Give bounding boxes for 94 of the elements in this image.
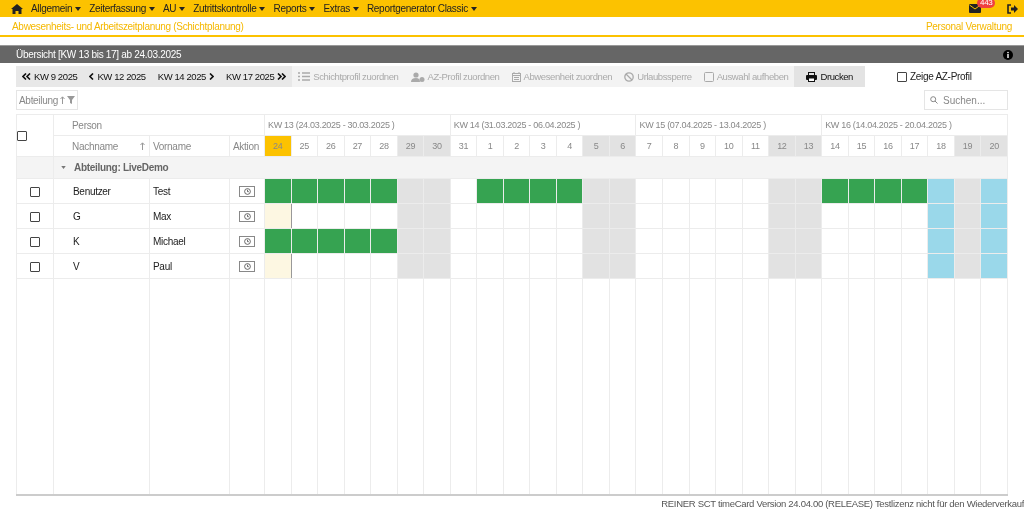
day-header: 28 [370,135,398,157]
toolbar-button[interactable]: KW 9 2025 [16,66,84,87]
day-header: 3 [529,135,557,157]
caret-icon [309,6,316,11]
toolbar-button[interactable]: Drucken [794,66,865,87]
day-header: 16 [874,135,902,157]
day-header: 14 [821,135,849,157]
column-header: Aktion [233,140,259,152]
caret-icon [75,6,82,11]
group-filter-chip[interactable]: Abteilung [16,90,78,110]
printer-icon [806,71,818,82]
day-header: 27 [344,135,371,157]
clock-icon [243,187,251,195]
clock-icon [243,262,251,270]
menu-item[interactable]: Allgemein [31,3,82,14]
day-header: 15 [848,135,875,157]
clock-icon [243,212,251,220]
info-icon[interactable] [1003,49,1013,60]
toolbar-button[interactable]: KW 17 2025 [220,66,293,87]
day-header: 11 [742,135,769,157]
clock-button[interactable] [239,235,255,247]
notification-badge: 443 [977,0,996,8]
row-checkbox[interactable] [30,186,40,197]
caret-icon [470,6,477,11]
search-field[interactable]: Suchen... [924,90,1008,110]
day-header: 31 [450,135,477,157]
chevron-right-icon [209,73,214,80]
checkbox-icon [703,71,714,82]
week-header: KW 14 (31.03.2025 - 06.04.2025 ) [453,120,581,130]
last-name-cell: K [73,235,80,247]
checkbox[interactable] [897,71,907,82]
last-name-cell: Benutzer [73,185,111,197]
page-title: Abwesenheits- und Arbeitszeitplanung (Schichtplanung) [12,20,244,32]
module-name: Personal Verwaltung [925,20,1012,32]
menu-item[interactable]: Extras [323,3,359,14]
first-name-cell: Max [153,210,171,222]
caret-icon [148,6,155,11]
menu-item[interactable]: Reports [273,3,316,14]
double-chevron-right-icon [277,73,287,80]
day-header: 9 [689,135,716,157]
clock-button[interactable] [239,210,255,222]
checkbox-label[interactable]: Zeige AZ-Profil [910,71,972,82]
user-clock-icon [410,71,425,82]
row-checkbox[interactable] [30,211,40,222]
sort-arrow-icon [60,96,65,104]
first-name-cell: Michael [153,235,186,247]
last-name-cell: V [73,260,80,272]
chevron-left-icon [89,73,95,80]
footer-text: REINER SCT timeCard Version 24.04.00 (RELEASE) Testlizenz nicht für den Wiederverkauf [661,498,1024,509]
home-icon[interactable] [11,3,23,14]
day-header: 8 [662,135,689,157]
menu-item[interactable]: Zutrittskontrolle [193,3,266,14]
week-header: KW 13 (24.03.2025 - 30.03.2025 ) [268,120,395,130]
day-header: 17 [901,135,928,157]
logout-icon[interactable] [1007,3,1018,14]
calendar-icon [511,71,521,82]
clock-icon [243,237,251,245]
day-header: 25 [291,135,318,157]
ban-icon [624,71,635,82]
first-name-cell: Paul [153,260,172,272]
caret-icon [179,6,186,11]
panel-title: Übersicht [KW 13 bis 17] ab 24.03.2025 [16,49,182,60]
select-all-checkbox[interactable] [17,131,27,142]
caret-icon [259,6,266,11]
week-header: KW 15 (07.04.2025 - 13.04.2025 ) [639,120,766,130]
list-icon [298,72,311,81]
day-header: 18 [927,135,955,157]
caret-icon [352,6,359,11]
double-chevron-left-icon [22,73,31,80]
day-header: 4 [556,135,583,157]
sort-arrow-icon [140,142,145,150]
group-label: Abteilung: LiveDemo [74,162,169,173]
column-group-header: Person [72,119,102,131]
envelope-icon[interactable] [969,4,981,13]
week-header: KW 16 (14.04.2025 - 20.04.2025 ) [825,120,952,130]
toolbar-button[interactable]: KW 12 2025 [83,66,152,87]
clock-button[interactable] [239,260,255,272]
day-header: 7 [635,135,663,157]
search-icon [930,96,938,104]
menu-item[interactable]: AU [162,3,186,14]
first-name-cell: Test [153,185,171,197]
menu-item[interactable]: Zeiterfassung [89,3,155,14]
day-header: 2 [503,135,530,157]
clock-button[interactable] [239,185,255,197]
toolbar-button[interactable]: KW 14 2025 [151,66,220,87]
day-header: 1 [476,135,504,157]
day-header: 10 [715,135,743,157]
row-checkbox[interactable] [30,236,40,247]
menu-item[interactable]: Reportgenerator Classic [366,3,477,14]
caret-icon[interactable] [61,166,66,169]
day-header: 26 [317,135,345,157]
last-name-cell: G [73,210,81,222]
filter-icon [67,96,75,104]
row-checkbox[interactable] [30,261,40,272]
